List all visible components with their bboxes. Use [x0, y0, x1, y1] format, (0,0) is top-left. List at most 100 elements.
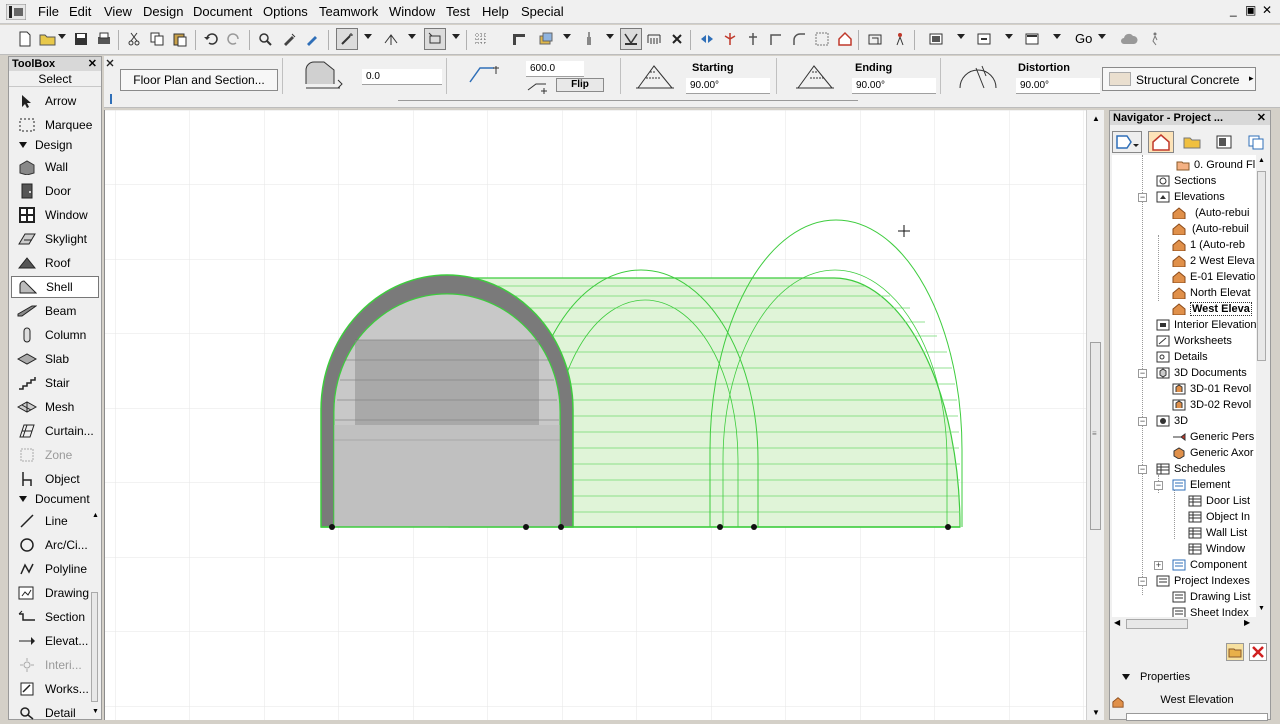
tool-elevation[interactable]: Elevat...: [11, 630, 99, 652]
toolbox-scrollbar[interactable]: ▲ ▼: [90, 512, 100, 718]
inject-parameters-icon[interactable]: [301, 28, 323, 50]
starting-angle-field[interactable]: 90.00°: [686, 78, 770, 94]
tree-item-sections[interactable]: Sections: [1156, 173, 1216, 189]
menu-document[interactable]: Document: [193, 4, 252, 19]
3d-figure-icon[interactable]: [888, 28, 910, 50]
tool-interior-elevation[interactable]: Interi...: [11, 654, 99, 676]
toolbox-scroll-down-icon[interactable]: ▼: [92, 708, 99, 715]
pick-up-parameters-icon[interactable]: [278, 28, 300, 50]
tree-item-north-elevation[interactable]: North Elevat: [1172, 285, 1251, 301]
gravity-icon[interactable]: [380, 28, 402, 50]
cut-icon[interactable]: [123, 28, 145, 50]
menu-design[interactable]: Design: [143, 4, 183, 19]
tree-item-window-list[interactable]: Window: [1188, 541, 1245, 557]
open-dropdown-icon[interactable]: [58, 34, 66, 39]
tool-wall[interactable]: Wall: [11, 156, 99, 178]
tool-shell[interactable]: Shell: [11, 276, 99, 298]
scroll-up-icon[interactable]: ▲: [1092, 114, 1100, 123]
undo-icon[interactable]: [200, 28, 222, 50]
copy-icon[interactable]: [146, 28, 168, 50]
tree-item-object-inventory[interactable]: Object In: [1188, 509, 1250, 525]
tree-item-west-elevation-selected[interactable]: West Eleva: [1172, 301, 1252, 317]
tree-item-element[interactable]: Element: [1172, 477, 1230, 493]
tree-item-project-indexes[interactable]: Project Indexes: [1156, 573, 1250, 589]
document-group-header[interactable]: Document: [11, 491, 99, 507]
save-icon[interactable]: [70, 28, 92, 50]
magic-wand-dropdown-icon[interactable]: [364, 34, 372, 39]
material-selector[interactable]: Structural Concrete ▸: [1102, 67, 1256, 91]
groups-dropdown-icon[interactable]: [452, 34, 460, 39]
floor-plan-section-button[interactable]: Floor Plan and Section...: [120, 69, 278, 91]
tool-worksheet[interactable]: Works...: [11, 678, 99, 700]
layout-book-tab-icon[interactable]: [1214, 134, 1234, 150]
distortion-field[interactable]: 90.00°: [1016, 78, 1100, 94]
3d-collapse-icon[interactable]: −: [1138, 417, 1147, 426]
trace-reference-icon[interactable]: [508, 28, 530, 50]
delete-x-icon[interactable]: [666, 28, 688, 50]
tool-section[interactable]: Section: [11, 606, 99, 628]
teamwork-cloud-icon[interactable]: [1118, 28, 1140, 50]
tool-roof[interactable]: Roof: [11, 252, 99, 274]
tool-line[interactable]: Line: [11, 510, 99, 532]
infobox-close-icon[interactable]: [106, 58, 114, 68]
offset-value-field[interactable]: 0.0: [362, 69, 442, 85]
minimize-button[interactable]: _: [1230, 3, 1237, 17]
tool-skylight[interactable]: Skylight: [11, 228, 99, 250]
3d-documents-collapse-icon[interactable]: −: [1138, 369, 1147, 378]
tree-item-e01-elevation[interactable]: E-01 Elevatio: [1172, 269, 1255, 285]
offset-icon[interactable]: [811, 28, 833, 50]
grid-snap-icon[interactable]: [470, 28, 492, 50]
window-view-icon[interactable]: [1021, 28, 1043, 50]
tree-item-generic-perspective[interactable]: Generic Pers: [1172, 429, 1254, 445]
tree-item-wall-list[interactable]: Wall List: [1188, 525, 1247, 541]
selection-filter-icon[interactable]: [620, 28, 642, 50]
fillet-icon[interactable]: [788, 28, 810, 50]
tree-item-auto-rebuild-1[interactable]: (Auto-rebui: [1172, 205, 1249, 221]
menu-view[interactable]: View: [104, 4, 132, 19]
component-expand-icon[interactable]: +: [1154, 561, 1163, 570]
tool-zone[interactable]: Zone: [11, 444, 99, 466]
tree-item-west-elevation-2[interactable]: 2 West Eleva: [1172, 253, 1255, 269]
tree-item-auto-rebuild-2[interactable]: (Auto-rebuil: [1172, 221, 1249, 237]
house-red-icon[interactable]: [834, 28, 856, 50]
close-window-button[interactable]: ✕: [1262, 3, 1272, 17]
pen-set-dropdown-icon[interactable]: [606, 34, 614, 39]
properties-header[interactable]: Properties: [1122, 671, 1190, 683]
find-select-icon[interactable]: [254, 28, 276, 50]
tree-item-door-list[interactable]: Door List: [1188, 493, 1250, 509]
tree-item-3d01[interactable]: 3D-01 Revol: [1172, 381, 1251, 397]
layout-book-icon[interactable]: [925, 28, 947, 50]
toolbox-title-bar[interactable]: ToolBox ✕: [9, 57, 101, 71]
properties-value[interactable]: West Elevation: [1126, 691, 1268, 709]
intersect-icon[interactable]: [765, 28, 787, 50]
elevation-view-icon[interactable]: [864, 28, 886, 50]
tool-object[interactable]: Object: [11, 468, 99, 490]
tree-item-3d02[interactable]: 3D-02 Revol: [1172, 397, 1251, 413]
tree-item-details[interactable]: Details: [1156, 349, 1208, 365]
menu-teamwork[interactable]: Teamwork: [319, 4, 378, 19]
gravity-dropdown-icon[interactable]: [408, 34, 416, 39]
ending-angle-field[interactable]: 90.00°: [852, 78, 936, 94]
split-icon[interactable]: [719, 28, 741, 50]
publisher-icon[interactable]: [973, 28, 995, 50]
menu-test[interactable]: Test: [446, 4, 470, 19]
layout-dropdown-icon[interactable]: [957, 34, 965, 39]
new-file-icon[interactable]: [14, 28, 36, 50]
menu-file[interactable]: File: [38, 4, 59, 19]
nav-scroll-up-icon[interactable]: ▲: [1258, 157, 1265, 164]
design-group-header[interactable]: Design: [11, 137, 99, 153]
walk-figure-icon[interactable]: [1144, 28, 1166, 50]
canvas-scroll-thumb[interactable]: ≡: [1090, 342, 1101, 530]
navigator-close-icon[interactable]: ✕: [1257, 111, 1266, 125]
tree-item-schedules[interactable]: Schedules: [1156, 461, 1225, 477]
tree-item-3d[interactable]: 3D: [1156, 413, 1188, 429]
navigator-title-bar[interactable]: Navigator - Project ... ✕: [1110, 111, 1270, 125]
menu-window[interactable]: Window: [389, 4, 435, 19]
tool-curtain-wall[interactable]: Curtain...: [11, 420, 99, 442]
tree-item-ground-floor[interactable]: 0. Ground Fl: [1176, 157, 1255, 173]
menu-special[interactable]: Special: [521, 4, 564, 19]
elevation-canvas[interactable]: [104, 110, 1087, 720]
scroll-down-icon[interactable]: ▼: [1092, 708, 1100, 717]
height-value-field[interactable]: 600.0: [526, 61, 584, 77]
window-dropdown-icon[interactable]: [1053, 34, 1061, 39]
